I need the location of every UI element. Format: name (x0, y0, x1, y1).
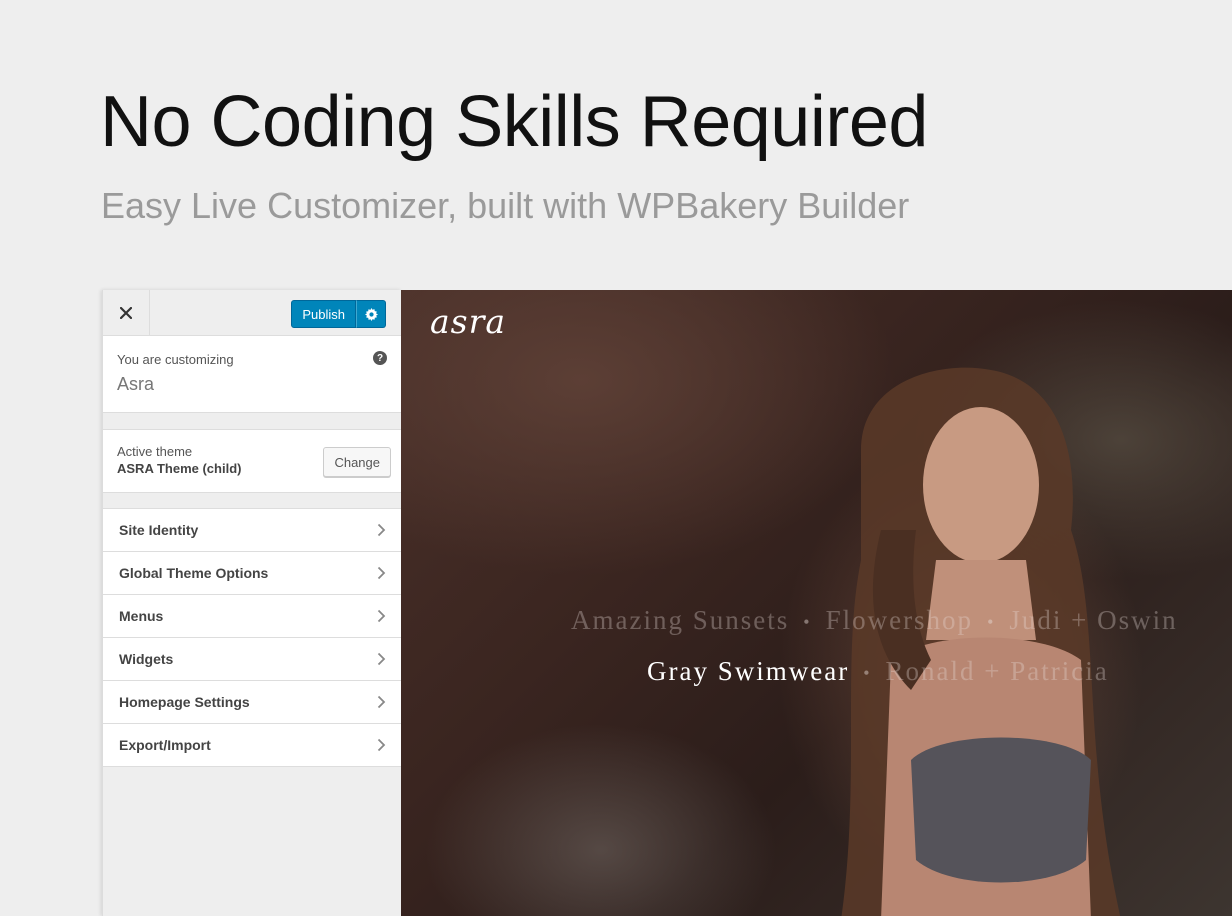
section-site-identity[interactable]: Site Identity (103, 509, 401, 552)
change-theme-button[interactable]: Change (323, 447, 391, 477)
section-widgets[interactable]: Widgets (103, 638, 401, 681)
customizer-header: Publish (103, 290, 401, 336)
nav-link[interactable]: Amazing Sunsets (571, 605, 789, 635)
nav-link[interactable]: Ronald + Patricia (886, 656, 1109, 686)
active-theme-box: Active theme ASRA Theme (child) Change (103, 429, 401, 493)
publish-button[interactable]: Publish (291, 300, 356, 328)
chevron-right-icon (377, 566, 386, 580)
section-label: Menus (119, 608, 164, 624)
close-button[interactable] (103, 290, 150, 335)
hero-photo-figure (841, 367, 1121, 916)
preview-nav-row-1: Amazing Sunsets • Flowershop • Judi + Oswin (571, 605, 1178, 636)
nav-separator: • (803, 612, 812, 633)
section-global-theme-options[interactable]: Global Theme Options (103, 552, 401, 595)
nav-link-active[interactable]: Gray Swimwear (647, 656, 849, 686)
section-label: Homepage Settings (119, 694, 250, 710)
section-label: Widgets (119, 651, 174, 667)
close-icon (120, 306, 132, 319)
gear-icon (364, 307, 378, 321)
section-label: Global Theme Options (119, 565, 269, 581)
section-homepage-settings[interactable]: Homepage Settings (103, 681, 401, 724)
customizer-panel: Publish You are customizing Asra ? Activ… (102, 290, 401, 916)
page-subheadline: Easy Live Customizer, built with WPBaker… (101, 185, 910, 226)
active-theme-name: ASRA Theme (child) (117, 461, 242, 476)
section-label: Export/Import (119, 737, 211, 753)
nav-separator: • (863, 663, 872, 684)
customizing-label: You are customizing (117, 352, 234, 367)
nav-separator: • (987, 612, 996, 633)
site-preview: asra Amazing Sunsets • Flowershop • Judi + O… (401, 290, 1232, 916)
nav-link[interactable]: Flowershop (826, 605, 974, 635)
publish-settings-button[interactable] (356, 300, 386, 328)
preview-site-logo[interactable]: asra (430, 302, 506, 341)
section-label: Site Identity (119, 522, 199, 538)
customizer-sections: Site Identity Global Theme Options Menus… (103, 508, 401, 767)
section-menus[interactable]: Menus (103, 595, 401, 638)
chevron-right-icon (377, 738, 386, 752)
section-export-import[interactable]: Export/Import (103, 724, 401, 767)
active-theme-label: Active theme (117, 444, 193, 459)
help-icon[interactable]: ? (373, 351, 387, 365)
chevron-right-icon (377, 652, 386, 666)
preview-nav-row-2: Gray Swimwear • Ronald + Patricia (647, 656, 1109, 687)
chevron-right-icon (377, 695, 386, 709)
page-headline: No Coding Skills Required (100, 82, 928, 162)
publish-group: Publish (291, 300, 386, 328)
chevron-right-icon (377, 609, 386, 623)
chevron-right-icon (377, 523, 386, 537)
site-name: Asra (117, 374, 155, 394)
customizing-info: You are customizing Asra ? (103, 336, 401, 413)
nav-link[interactable]: Judi + Oswin (1009, 605, 1177, 635)
